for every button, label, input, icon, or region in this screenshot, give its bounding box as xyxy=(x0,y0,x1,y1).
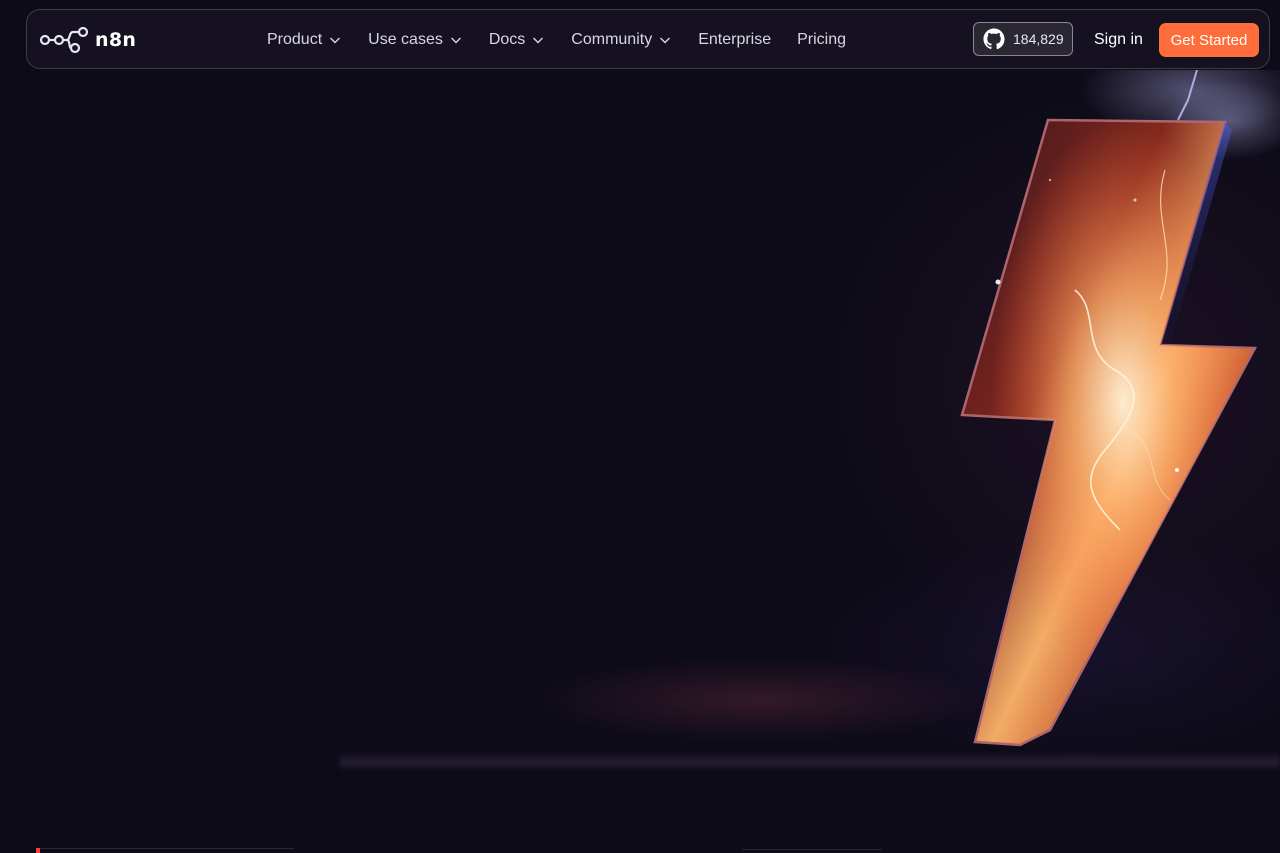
nav-item-product[interactable]: Product xyxy=(267,31,342,49)
section-divider-secondary xyxy=(742,849,882,853)
get-started-button[interactable]: Get Started xyxy=(1159,23,1259,57)
logo-link[interactable]: n8n xyxy=(39,26,136,54)
sign-in-link[interactable]: Sign in xyxy=(1094,10,1143,70)
chevron-down-icon xyxy=(450,37,461,44)
hero-section xyxy=(0,0,1280,770)
nav-item-label: Community xyxy=(571,31,653,48)
chevron-down-icon xyxy=(660,37,671,44)
github-stars-button[interactable]: 184,829 xyxy=(973,22,1073,56)
nav-item-use-cases[interactable]: Use cases xyxy=(368,31,463,49)
nav-item-community[interactable]: Community xyxy=(571,31,672,49)
nav-item-enterprise[interactable]: Enterprise xyxy=(698,31,771,49)
nav-item-label: Product xyxy=(267,31,323,48)
section-divider xyxy=(36,848,294,853)
lightning-bolt-illustration xyxy=(960,70,1280,747)
nav-item-label: Use cases xyxy=(368,31,443,48)
logo-wordmark: n8n xyxy=(95,29,137,51)
chevron-down-icon xyxy=(330,37,341,44)
github-stars-count: 184,829 xyxy=(1013,31,1064,47)
github-icon xyxy=(983,28,1005,50)
chevron-down-icon xyxy=(533,37,544,44)
nav-links: Product Use cases Docs Community Enterpr… xyxy=(267,10,872,70)
nav-item-label: Docs xyxy=(488,31,526,48)
nav-item-pricing[interactable]: Pricing xyxy=(797,31,846,49)
page: n8n Product Use cases Docs Community Ent… xyxy=(0,0,1280,853)
nav-item-docs[interactable]: Docs xyxy=(489,31,545,49)
top-navigation: n8n Product Use cases Docs Community Ent… xyxy=(26,9,1270,69)
nav-item-label: Enterprise xyxy=(698,31,772,48)
n8n-logo-icon xyxy=(39,26,89,54)
nav-item-label: Pricing xyxy=(797,31,847,48)
